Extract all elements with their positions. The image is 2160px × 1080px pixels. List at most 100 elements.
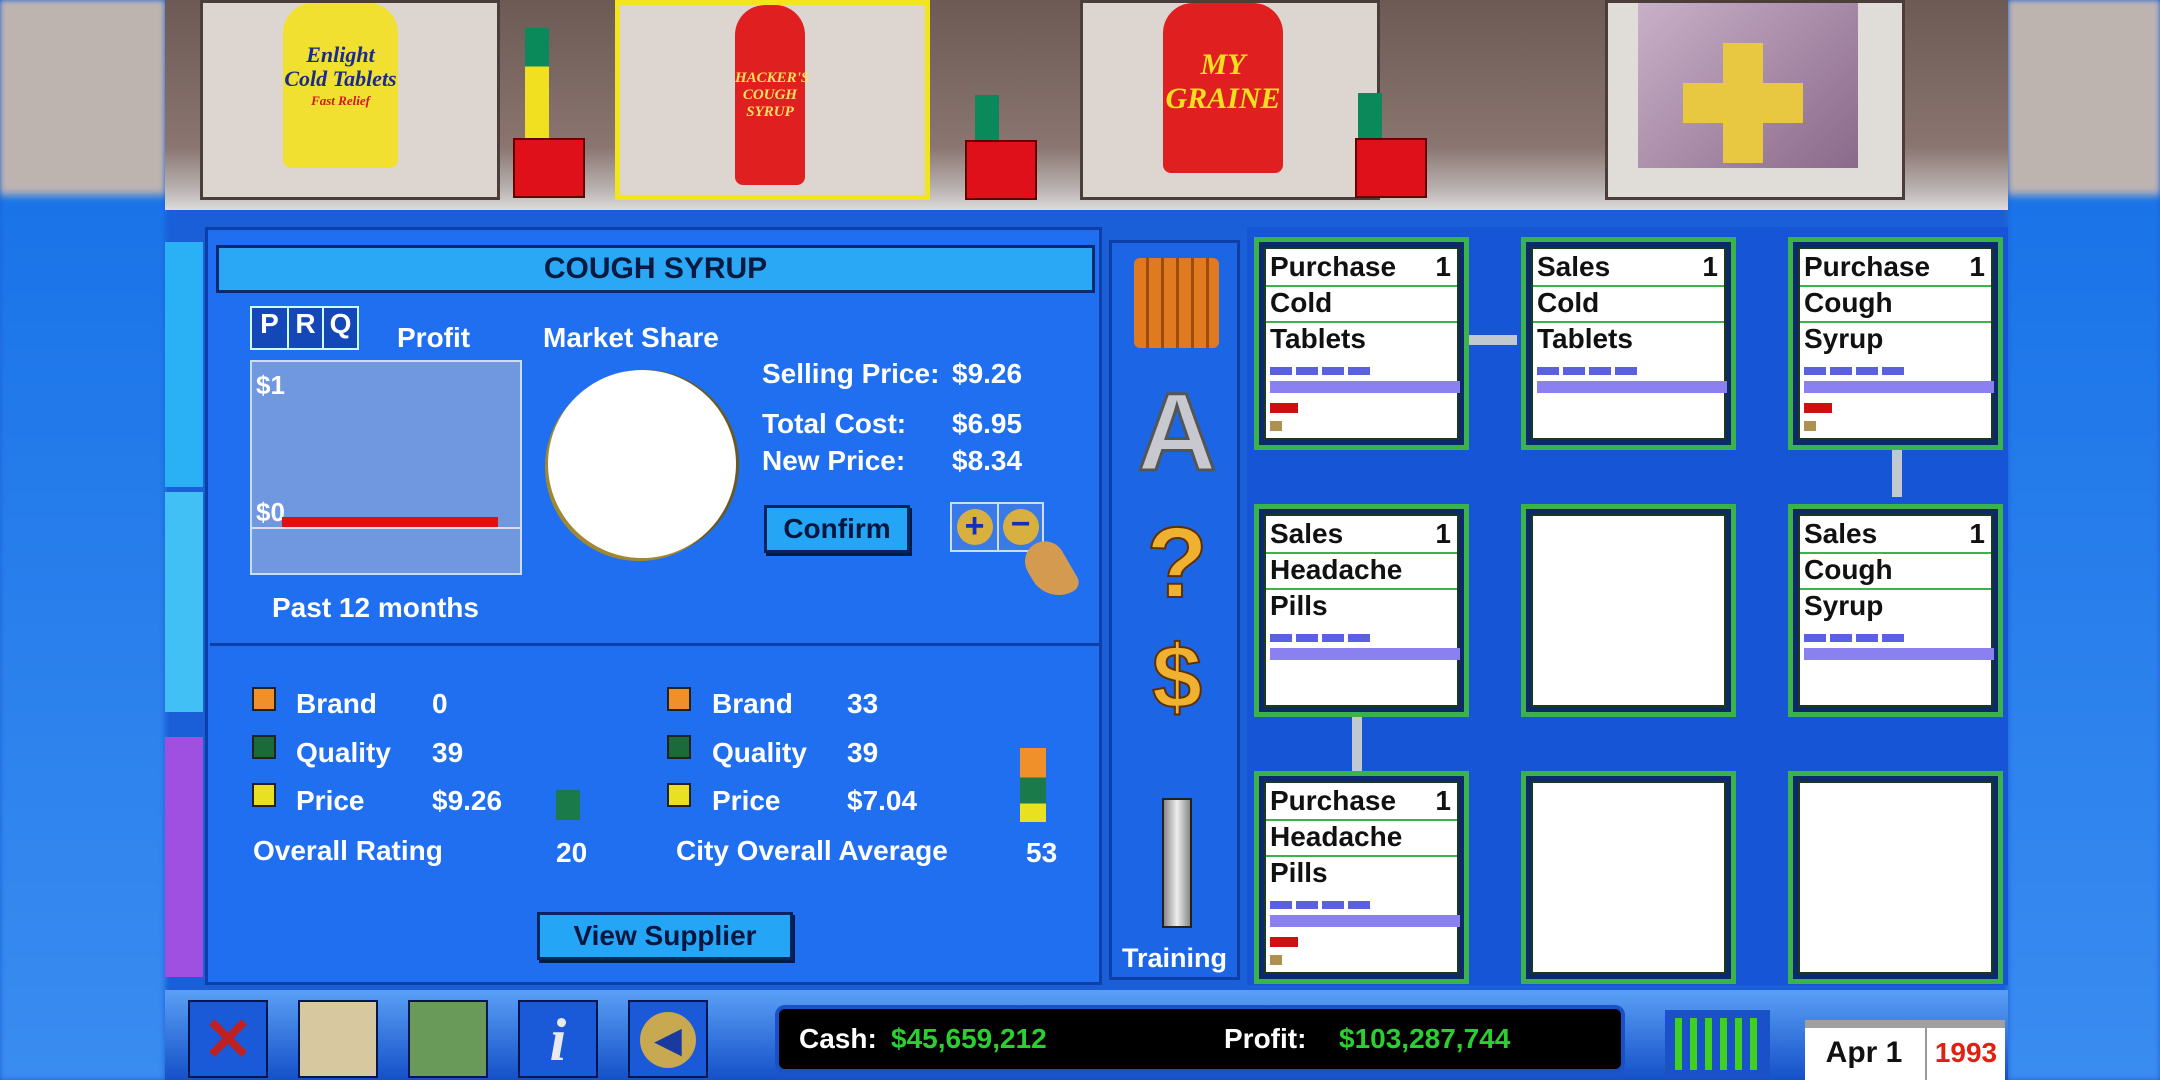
unit-label: Cough — [1804, 554, 1893, 585]
r-button[interactable]: R — [287, 308, 322, 348]
profit-label: Profit — [397, 322, 471, 353]
tools-hammer-icon[interactable]: ✕ — [188, 1000, 268, 1078]
unit-label: Tablets — [1270, 323, 1366, 354]
unit-layout-grid: Purchase Cold Tablets 1 Sales Cold Tablets 1 Pur… — [1247, 227, 2008, 985]
unit-progress-bars — [1270, 901, 1460, 965]
unit-cell[interactable]: Sales Cough Syrup 1 — [1788, 504, 2003, 717]
unit-level: 1 — [1969, 251, 1985, 282]
prq-toggle: P R Q — [250, 306, 359, 350]
own-rating-bar — [556, 790, 580, 820]
unit-cell[interactable]: Purchase Cough Syrup 1 — [1788, 237, 2003, 450]
total-cost-label: Total Cost: — [762, 408, 907, 439]
increase-price-button[interactable]: + — [952, 504, 997, 550]
migraine-bottle: MY GRAINE — [1163, 3, 1283, 173]
unit-label: Syrup — [1804, 590, 1884, 621]
side-tab-3[interactable] — [165, 737, 203, 977]
p-button[interactable]: P — [252, 308, 287, 348]
city-brand-value: 33 — [847, 688, 879, 719]
unit-cell[interactable] — [1521, 504, 1736, 717]
training-meter[interactable] — [1162, 798, 1192, 928]
city-price-label: Price — [712, 785, 781, 816]
unit-cell[interactable] — [1788, 771, 2003, 984]
new-price-label: New Price: — [762, 445, 906, 476]
unit-label: Purchase — [1270, 785, 1397, 816]
back-arrow-icon[interactable]: ◀ — [628, 1000, 708, 1078]
selling-price-value: $9.26 — [952, 358, 1023, 389]
unit-level: 1 — [1435, 251, 1451, 282]
product-title: COUGH SYRUP — [216, 245, 1095, 293]
cold-tablets-sublabel: Fast Relief — [311, 93, 370, 108]
unit-level: 1 — [1435, 785, 1451, 816]
product-shelf: Enlight Cold Tablets Fast Relief HACKER'… — [165, 0, 2008, 210]
shelf-slot-cough-syrup[interactable]: HACKER'S COUGH SYRUP — [615, 0, 1037, 200]
total-cost-value: $6.95 — [952, 408, 1023, 439]
date-value: Apr 1 — [1825, 1036, 1903, 1069]
performance-graph-button[interactable] — [1665, 1010, 1770, 1076]
own-brand-label: Brand — [296, 688, 377, 719]
cash-label: Cash: — [799, 1023, 877, 1054]
profit-bar — [426, 517, 444, 527]
confirm-button[interactable]: Confirm — [764, 505, 910, 553]
unit-label: Cold — [1537, 287, 1600, 318]
world-map-icon[interactable] — [408, 1000, 488, 1078]
unit-progress-bars — [1270, 634, 1460, 694]
zero-axis — [252, 527, 520, 529]
books-icon[interactable] — [1134, 258, 1219, 348]
market-share-pie — [548, 370, 736, 558]
shelf-slot-pharmacy[interactable] — [1605, 0, 1905, 200]
unit-label: Sales — [1270, 518, 1344, 549]
unit-cell[interactable] — [1521, 771, 1736, 984]
city-quality-label: Quality — [712, 737, 807, 768]
unit-progress-bars — [1537, 367, 1727, 427]
view-supplier-button[interactable]: View Supplier — [537, 912, 793, 960]
profit-bar — [408, 517, 426, 527]
side-tabs — [165, 227, 205, 985]
unit-label: Purchase — [1804, 251, 1931, 282]
overall-rating-label: Overall Rating — [253, 835, 443, 866]
q-button[interactable]: Q — [322, 308, 357, 348]
city-price-value: $7.04 — [847, 785, 918, 816]
unit-cell[interactable]: Sales Cold Tablets 1 — [1521, 237, 1736, 450]
unit-label: Cold — [1270, 287, 1333, 318]
unit-cell[interactable]: Purchase Headache Pills 1 — [1254, 771, 1469, 984]
unit-cell[interactable]: Sales Headache Pills 1 — [1254, 504, 1469, 717]
unit-level: 1 — [1702, 251, 1718, 282]
profit-bar — [354, 517, 372, 527]
shelf-slot-migraine[interactable]: MY GRAINE — [1080, 0, 1427, 200]
side-tab-2[interactable] — [165, 492, 203, 712]
market-share-label: Market Share — [543, 322, 719, 353]
city-map-icon[interactable] — [298, 1000, 378, 1078]
right-background-blur — [2008, 0, 2160, 1080]
shelf-slot-cold-tablets[interactable]: Enlight Cold Tablets Fast Relief — [200, 0, 585, 200]
profit-bar — [318, 517, 336, 527]
unit-progress-bars — [1804, 367, 1994, 431]
cough-syrup-bottle: HACKER'S COUGH SYRUP — [735, 5, 809, 185]
quality-bar — [1358, 93, 1382, 143]
advertising-icon[interactable]: A — [1127, 376, 1227, 489]
unit-progress-bars — [1270, 367, 1460, 431]
plus-icon: + — [956, 509, 993, 545]
own-price-value: $9.26 — [432, 785, 503, 816]
city-quality-swatch — [667, 735, 691, 759]
finance-icon[interactable]: $ — [1127, 627, 1227, 729]
finance-status: Cash: $45,659,212 Profit: $103,287,744 — [775, 1005, 1625, 1073]
city-brand-label: Brand — [712, 688, 793, 719]
chart-period-label: Past 12 months — [272, 592, 479, 623]
help-icon[interactable]: ? — [1127, 512, 1227, 614]
side-tab-1[interactable] — [165, 242, 203, 487]
profit-bar — [444, 517, 462, 527]
profit-bar — [336, 517, 354, 527]
stock-indicator — [1355, 138, 1427, 198]
training-label: Training — [1121, 943, 1227, 973]
stock-indicator — [965, 140, 1037, 200]
profit-bar — [300, 517, 318, 527]
overall-rating-value: 20 — [556, 837, 588, 868]
price-swatch — [252, 783, 276, 807]
unit-label: Cough — [1804, 287, 1893, 318]
y-tick-top: $1 — [256, 370, 285, 400]
unit-progress-bars — [1804, 634, 1994, 694]
unit-cell[interactable]: Purchase Cold Tablets 1 — [1254, 237, 1469, 450]
info-icon[interactable]: i — [518, 1000, 598, 1078]
city-rating-bar — [1020, 748, 1046, 822]
quality-swatch — [252, 735, 276, 759]
